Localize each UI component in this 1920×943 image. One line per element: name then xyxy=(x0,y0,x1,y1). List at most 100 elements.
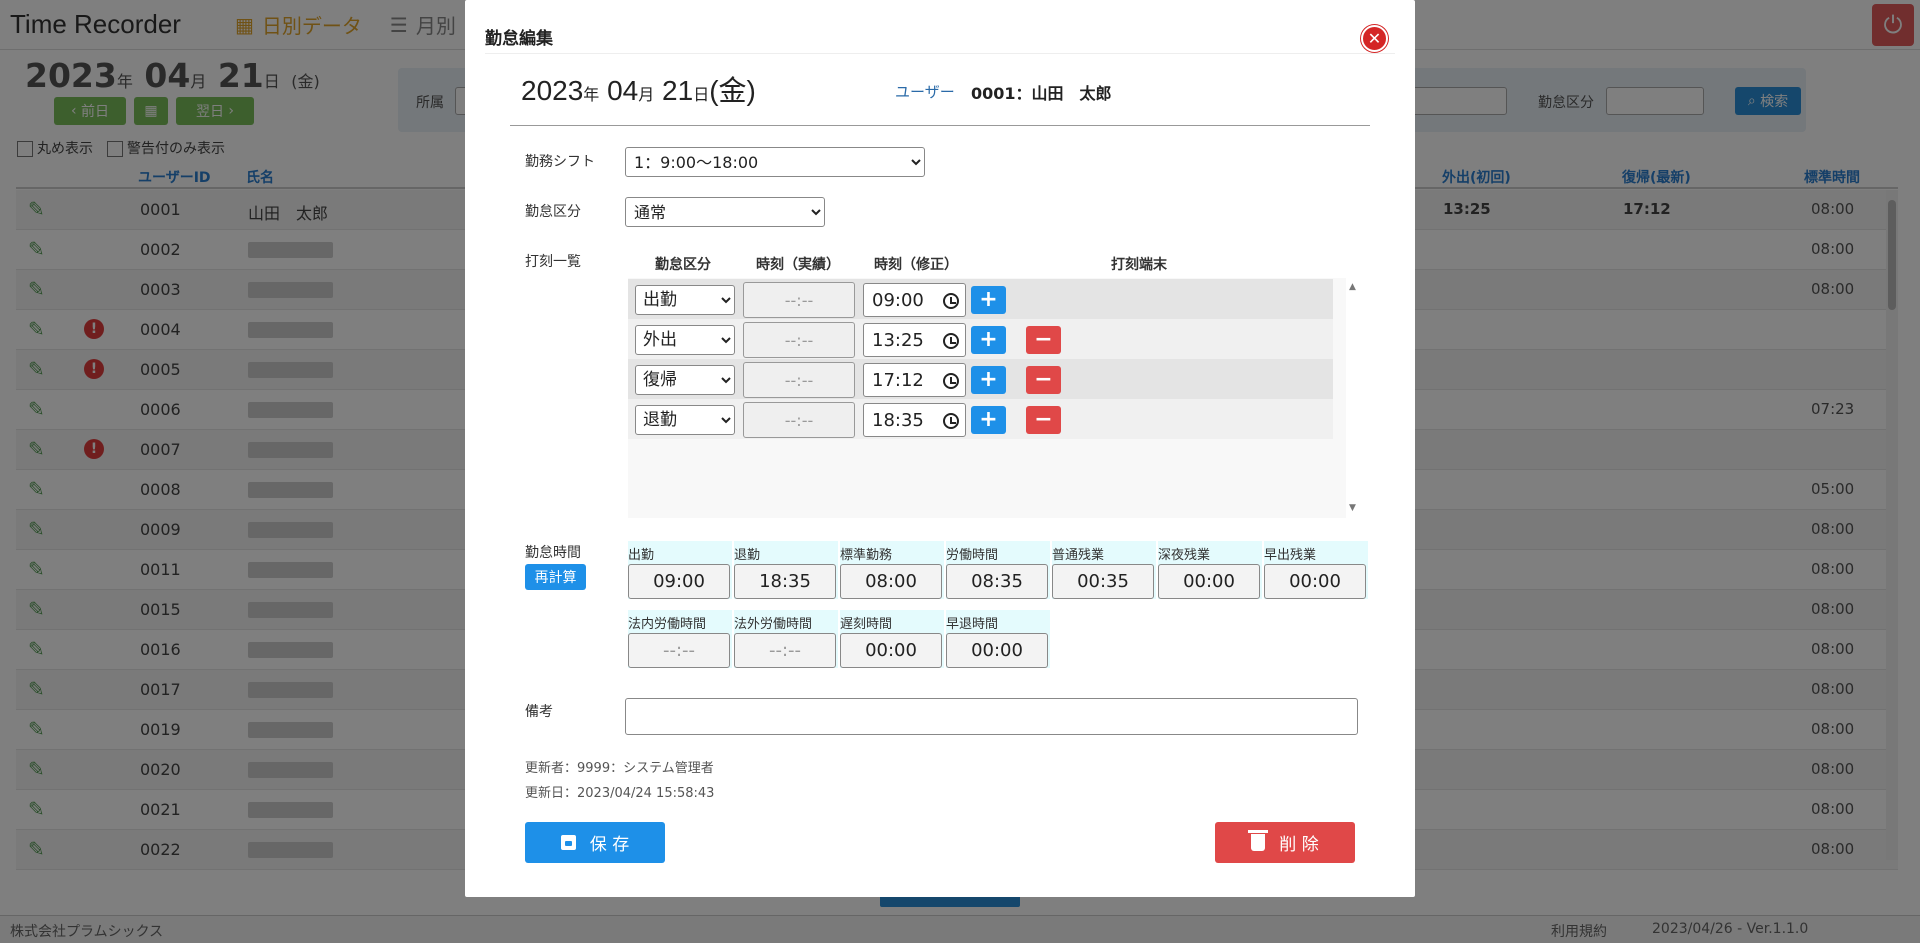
add-stamp-button[interactable]: + xyxy=(971,286,1006,314)
updated-at: 更新日：2023/04/24 15:58:43 xyxy=(525,786,715,801)
scroll-down-icon[interactable]: ▼ xyxy=(1349,503,1356,513)
time-summary-value[interactable]: 00:00 xyxy=(946,633,1048,668)
time-summary-value[interactable]: 09:00 xyxy=(628,564,730,599)
stamp-row: 外出 --:-- 13:25 + − xyxy=(628,319,1333,359)
stamp-kind-select[interactable]: 退勤 xyxy=(635,405,735,435)
stamp-kind-select[interactable]: 出勤 xyxy=(635,285,735,315)
user-value: 0001：山田 太郎 xyxy=(971,84,1112,103)
stamp-row: 退勤 --:-- 18:35 + − xyxy=(628,399,1333,439)
save-button[interactable]: 保 存 xyxy=(525,822,665,863)
time-summary-cell: 標準勤務 08:00 xyxy=(840,541,944,599)
modal-title: 勤怠編集 xyxy=(485,29,553,49)
stamp-actual-time: --:-- xyxy=(743,402,855,438)
stamp-fixed-time-input[interactable]: 17:12 xyxy=(863,363,966,397)
time-summary-label: 深夜残業 xyxy=(1158,548,1211,563)
clock-icon[interactable] xyxy=(943,293,959,309)
stamp-list-label: 打刻一覧 xyxy=(525,254,581,270)
add-stamp-button[interactable]: + xyxy=(971,326,1006,354)
time-summary-label: 遅刻時間 xyxy=(840,617,893,632)
time-summary-value[interactable]: 00:00 xyxy=(840,633,942,668)
stamp-col-actual: 時刻（実績） xyxy=(756,257,840,273)
time-summary-cell: 早出残業 00:00 xyxy=(1264,541,1368,599)
shift-select[interactable]: 1：9:00〜18:00 xyxy=(625,147,925,177)
stamp-fixed-value: 09:00 xyxy=(872,289,924,311)
modal-date-day-unit: 日 xyxy=(693,87,710,104)
time-summary-cell: 早退時間 00:00 xyxy=(946,610,1050,668)
modal-header xyxy=(485,20,1395,54)
time-summary-value[interactable]: --:-- xyxy=(734,633,836,668)
kind-label: 勤怠区分 xyxy=(525,204,581,220)
time-summary-label: 早出残業 xyxy=(1264,548,1317,563)
stamp-fixed-time-input[interactable]: 13:25 xyxy=(863,323,966,357)
remove-stamp-button[interactable]: − xyxy=(1026,406,1061,434)
time-summary-cell: 労働時間 08:35 xyxy=(946,541,1050,599)
time-summary-value[interactable]: --:-- xyxy=(628,633,730,668)
modal-date-month-unit: 月 xyxy=(638,87,655,104)
clock-icon[interactable] xyxy=(943,333,959,349)
trash-icon xyxy=(1248,830,1269,851)
stamp-col-kind: 勤怠区分 xyxy=(655,257,711,273)
add-stamp-button[interactable]: + xyxy=(971,366,1006,394)
modal-date-day: 21 xyxy=(662,75,694,106)
remove-stamp-button[interactable]: − xyxy=(1026,326,1061,354)
time-summary-label: 早退時間 xyxy=(946,617,999,632)
time-summary-cell: 深夜残業 00:00 xyxy=(1158,541,1262,599)
floppy-icon xyxy=(560,835,576,850)
close-icon[interactable]: ✕ xyxy=(1361,25,1388,52)
stamp-row: 復帰 --:-- 17:12 + − xyxy=(628,359,1333,399)
time-summary-value[interactable]: 08:00 xyxy=(840,564,942,599)
attendance-edit-modal: 勤怠編集 ✕ 2023年 04月 21日(金) ユーザー 0001：山田 太郎 … xyxy=(465,0,1415,897)
time-summary-value[interactable]: 00:35 xyxy=(1052,564,1154,599)
time-summary-value[interactable]: 08:35 xyxy=(946,564,1048,599)
time-summary-label: 標準勤務 xyxy=(840,548,893,563)
stamp-fixed-value: 17:12 xyxy=(872,369,924,391)
time-summary-value[interactable]: 00:00 xyxy=(1158,564,1260,599)
time-summary-label: 出勤 xyxy=(628,548,655,563)
time-summary-label: 法内労働時間 xyxy=(628,617,707,632)
times-label: 勤怠時間 xyxy=(525,545,581,561)
modal-date: 2023年 04月 21日(金) xyxy=(521,69,756,109)
time-summary-label: 法外労働時間 xyxy=(734,617,813,632)
time-summary-cell: 退勤 18:35 xyxy=(734,541,838,599)
stamp-actual-time: --:-- xyxy=(743,282,855,318)
time-summary-cell: 出勤 09:00 xyxy=(628,541,732,599)
remove-stamp-button[interactable]: − xyxy=(1026,366,1061,394)
time-summary-value[interactable]: 18:35 xyxy=(734,564,836,599)
memo-label: 備考 xyxy=(525,704,553,720)
stamp-fixed-value: 18:35 xyxy=(872,409,924,431)
user-label: ユーザー xyxy=(895,83,955,101)
memo-input[interactable] xyxy=(625,698,1358,735)
time-summary-label: 労働時間 xyxy=(946,548,999,563)
time-summary-value[interactable]: 00:00 xyxy=(1264,564,1366,599)
divider xyxy=(510,125,1370,126)
scroll-up-icon[interactable]: ▲ xyxy=(1349,282,1356,292)
stamp-kind-select[interactable]: 復帰 xyxy=(635,365,735,395)
delete-label: 削 除 xyxy=(1279,835,1319,855)
time-summary-label: 普通残業 xyxy=(1052,548,1105,563)
stamp-fixed-time-input[interactable]: 09:00 xyxy=(863,283,966,317)
stamp-col-fixed: 時刻（修正） xyxy=(874,257,958,273)
stamp-actual-time: --:-- xyxy=(743,362,855,398)
add-stamp-button[interactable]: + xyxy=(971,406,1006,434)
clock-icon[interactable] xyxy=(943,413,959,429)
time-summary-cell: 法外労働時間 --:-- xyxy=(734,610,838,668)
modal-date-weekday: (金) xyxy=(709,75,756,106)
kind-select[interactable]: 通常 xyxy=(625,197,825,227)
modal-date-month: 04 xyxy=(607,75,639,106)
stamp-col-terminal: 打刻端末 xyxy=(1111,257,1167,273)
updated-by: 更新者：9999：システム管理者 xyxy=(525,761,714,776)
time-summary-cell: 普通残業 00:35 xyxy=(1052,541,1156,599)
time-summary-cell: 遅刻時間 00:00 xyxy=(840,610,944,668)
time-summary-cell: 法内労働時間 --:-- xyxy=(628,610,732,668)
delete-button[interactable]: 削 除 xyxy=(1215,822,1355,863)
shift-label: 勤務シフト xyxy=(525,154,595,170)
clock-icon[interactable] xyxy=(943,373,959,389)
stamp-row: 出勤 --:-- 09:00 + xyxy=(628,279,1333,319)
stamp-kind-select[interactable]: 外出 xyxy=(635,325,735,355)
stamp-fixed-time-input[interactable]: 18:35 xyxy=(863,403,966,437)
recalculate-button[interactable]: 再計算 xyxy=(525,564,586,590)
save-label: 保 存 xyxy=(589,835,630,855)
modal-date-year-unit: 年 xyxy=(583,87,600,104)
modal-date-year: 2023 xyxy=(521,75,584,106)
stamp-actual-time: --:-- xyxy=(743,322,855,358)
